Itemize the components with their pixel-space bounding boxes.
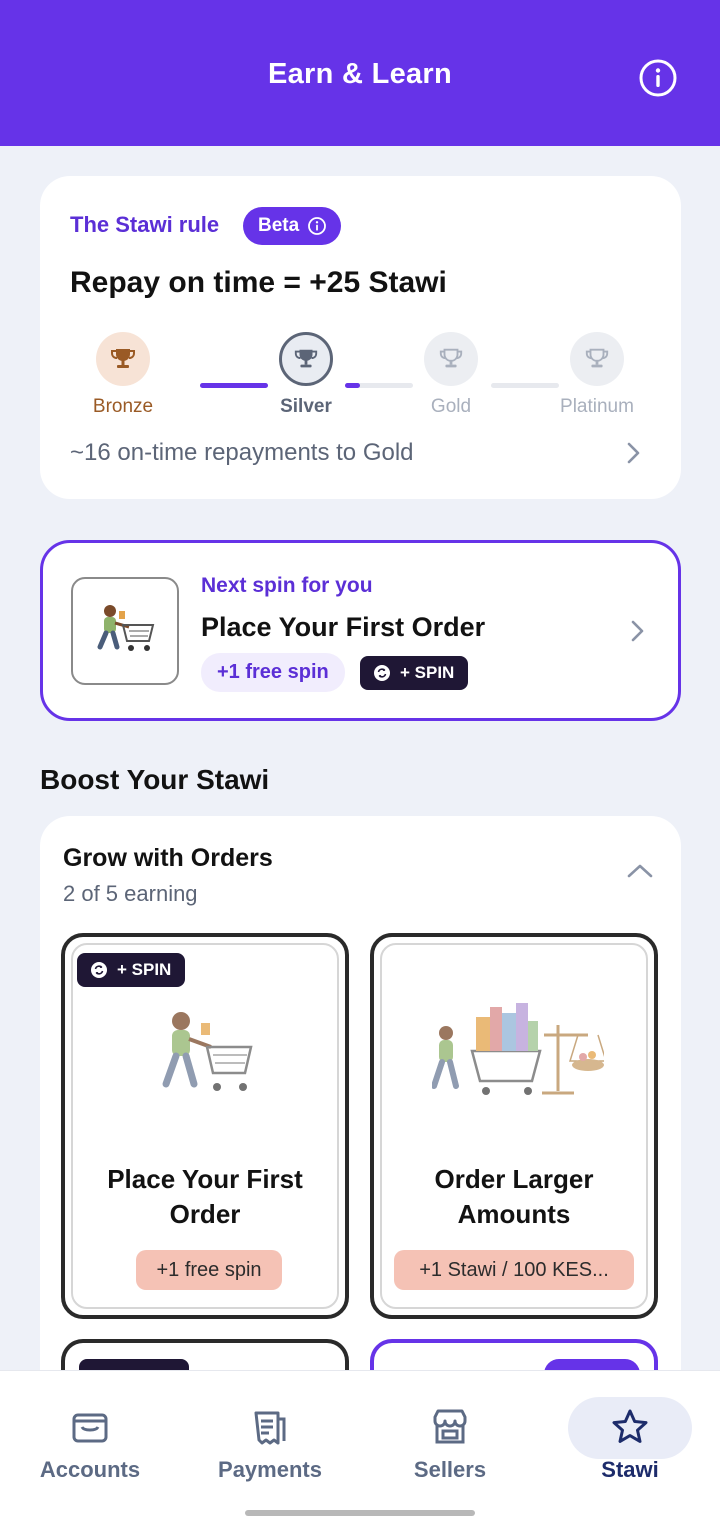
groceries-scale-illustration-icon (432, 1003, 604, 1095)
stawi-rule-card[interactable]: The Stawi rule Beta Repay on time = +25 … (40, 176, 681, 499)
nav-label: Payments (218, 1457, 322, 1482)
next-spin-card[interactable]: Next spin for you Place Your First Order… (40, 540, 681, 721)
task-tile-first-order[interactable]: + SPIN Place Your First Order +1 free sp… (61, 933, 349, 1319)
free-spin-chip: +1 free spin (201, 653, 345, 692)
spin-badge: + SPIN (77, 953, 186, 987)
tier-label: Platinum (560, 396, 634, 417)
beta-label: Beta (258, 215, 300, 236)
nav-label: Stawi (601, 1457, 659, 1482)
info-small-icon (308, 217, 327, 235)
tier-platinum: Platinum (522, 332, 672, 418)
tier-label: Bronze (92, 396, 154, 417)
trophy-gold-icon (424, 332, 478, 386)
star-icon (612, 1409, 648, 1443)
nav-item-sellers[interactable]: Sellers (360, 1371, 540, 1491)
spin-badge-label: + SPIN (400, 663, 455, 682)
trophy-silver-icon (279, 332, 333, 386)
tier-label: Silver (280, 396, 332, 417)
grow-with-orders-card: Grow with Orders 2 of 5 earning + SPIN P… (40, 816, 681, 1436)
progress-footer: ~16 on-time repayments to Gold (70, 439, 414, 466)
group-subtitle: 2 of 5 earning (63, 881, 198, 906)
tile-title: Place Your First Order (107, 1164, 303, 1229)
spin-subtitle: Next spin for you (201, 574, 373, 597)
chevron-right-icon[interactable] (628, 619, 646, 648)
task-tile-larger-amounts[interactable]: Order Larger Amounts +1 Stawi / 100 KES.… (370, 933, 658, 1319)
nav-label: Sellers (413, 1457, 487, 1482)
spin-badge-label: + SPIN (117, 960, 172, 979)
tier-silver: Silver (231, 332, 381, 418)
shopping-cart-illustration-icon (162, 1012, 253, 1091)
nav-item-payments[interactable]: Payments (180, 1371, 360, 1491)
chevron-up-icon[interactable] (626, 862, 654, 885)
app-header: Earn & Learn (0, 0, 720, 146)
rule-label: The Stawi rule (70, 212, 220, 237)
tile-title: Order Larger Amounts (434, 1164, 594, 1229)
shopping-cart-illustration-icon (71, 577, 179, 685)
tier-label: Gold (430, 396, 472, 417)
beta-badge[interactable]: Beta (243, 207, 342, 245)
info-icon[interactable] (638, 58, 678, 98)
bottom-navigation: Accounts Payments Sellers Stawi (0, 1370, 720, 1527)
spin-badge: + SPIN (360, 656, 469, 690)
nav-item-accounts[interactable]: Accounts (0, 1371, 180, 1491)
home-indicator (245, 1510, 475, 1516)
spin-icon (374, 665, 390, 681)
reward-chip: +1 Stawi / 100 KES... (394, 1250, 634, 1290)
spin-title: Place Your First Order (201, 612, 486, 642)
rule-title: Repay on time = +25 Stawi (70, 266, 447, 299)
nav-label: Accounts (39, 1457, 141, 1482)
store-icon (433, 1409, 467, 1444)
receipt-icon (254, 1411, 286, 1445)
section-title: Boost Your Stawi (40, 764, 270, 795)
spin-icon (91, 962, 107, 978)
group-title: Grow with Orders (63, 844, 273, 872)
chevron-right-icon[interactable] (624, 441, 642, 470)
trophy-bronze-icon (96, 332, 150, 386)
page-title: Earn & Learn (267, 58, 453, 90)
tier-bronze: Bronze (48, 332, 198, 418)
reward-chip: +1 free spin (136, 1250, 282, 1290)
trophy-platinum-icon (570, 332, 624, 386)
wallet-icon (72, 1413, 108, 1443)
nav-item-stawi[interactable]: Stawi (540, 1371, 720, 1491)
tier-gold: Gold (376, 332, 526, 418)
